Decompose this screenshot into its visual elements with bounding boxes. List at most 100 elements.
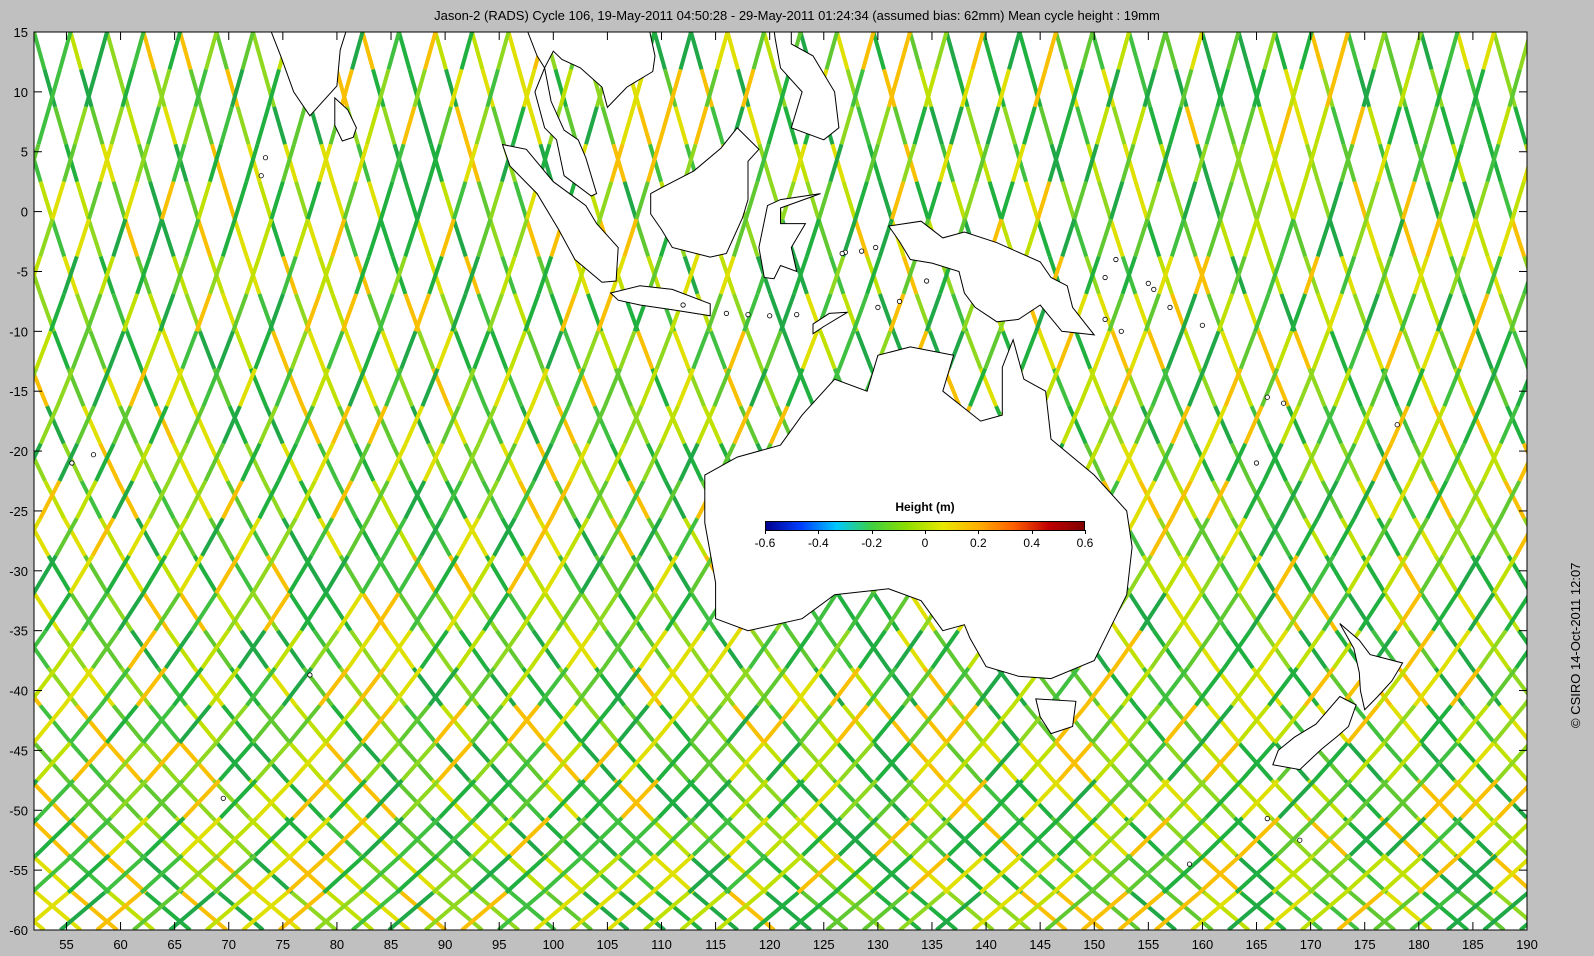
track-segment [0, 444, 9, 481]
island [69, 460, 75, 466]
legend-title: Height (m) [895, 500, 955, 514]
track-segment [1547, 294, 1561, 331]
track-segment [0, 780, 1, 818]
y-tick-label: -55 [9, 863, 28, 878]
y-tick-label: -30 [9, 564, 28, 579]
track-segment [1525, 780, 1527, 783]
track-segment [0, 144, 2, 181]
track-segment [0, 668, 4, 705]
island [1113, 256, 1119, 263]
track-segment [1571, 780, 1594, 818]
track-segment [0, 893, 8, 930]
y-tick-label: 10 [14, 85, 28, 100]
track-segment [1549, 219, 1561, 256]
legend-tick-mark [978, 530, 980, 534]
x-tick-label: 175 [1354, 937, 1376, 952]
legend-tick-mark [1031, 530, 1033, 534]
copyright-label: © CSIRO 14-Oct-2011 12:07 [1568, 562, 1583, 728]
y-tick-label: -45 [9, 743, 28, 758]
track-segment [1554, 369, 1569, 406]
x-tick-label: 60 [113, 937, 127, 952]
legend-tick-label: -0.2 [861, 536, 882, 550]
x-tick-label: 190 [1516, 937, 1538, 952]
track-segment [0, 444, 4, 481]
x-tick-label: 100 [542, 937, 564, 952]
island [1199, 322, 1206, 328]
x-tick-label: 160 [1192, 937, 1214, 952]
island [873, 244, 879, 251]
track-segment [1561, 257, 1574, 294]
y-tick-label: -20 [9, 444, 28, 459]
legend-tick-label: 0.2 [969, 536, 987, 550]
track-segment [1572, 107, 1583, 145]
island [1281, 400, 1287, 406]
height-legend: Height (m) -0.6 -0.4 -0.2 0 0.2 0.4 0.6 [755, 500, 1094, 560]
track-segment [16, 219, 28, 256]
track-segment [0, 144, 4, 181]
x-tick-label: 110 [651, 937, 672, 952]
track-segment [1535, 780, 1571, 818]
legend-tick-mark [765, 530, 766, 534]
track-segment [1526, 890, 1527, 892]
track-segment [0, 32, 8, 69]
track-segment [1542, 481, 1561, 518]
track-segment [1537, 406, 1554, 443]
island [26, 760, 30, 764]
track-segment [1530, 556, 1552, 594]
y-tick-label: -25 [9, 504, 28, 519]
y-tick-label: 0 [21, 205, 28, 220]
island [307, 672, 313, 678]
track-segment [0, 818, 2, 855]
track-segment [1537, 481, 1556, 518]
y-tick-label: 5 [21, 145, 28, 160]
legend-tick-label: -0.6 [754, 536, 776, 550]
track-segment [1565, 369, 1580, 406]
island [767, 313, 773, 319]
legend-tick-mark [871, 530, 873, 534]
island [1102, 274, 1108, 281]
x-tick-label: 130 [867, 937, 889, 952]
track-segment [1564, 780, 1594, 818]
island [1118, 328, 1124, 334]
x-tick-label: 145 [1029, 937, 1051, 952]
track-segment [0, 631, 9, 668]
x-tick-label: 165 [1246, 937, 1268, 952]
island [1186, 861, 1193, 867]
island [839, 250, 845, 257]
island [723, 310, 730, 316]
track-segment [0, 706, 28, 743]
track-segment [1569, 331, 1583, 369]
y-tick-label: -60 [9, 923, 28, 938]
island [1253, 460, 1260, 466]
track-segment [1560, 144, 1571, 181]
island [858, 248, 865, 254]
track-segment [1565, 855, 1594, 892]
x-tick-label: 135 [921, 937, 943, 952]
landmass-madagascar-north [0, 355, 18, 517]
track-segment [1546, 69, 1557, 106]
y-tick-label: -40 [9, 684, 28, 699]
track-segment [1526, 369, 1527, 371]
x-tick-label: 95 [492, 937, 506, 952]
island [1151, 286, 1157, 292]
track-segment [1573, 294, 1587, 331]
track-segment [1542, 593, 1566, 630]
x-tick-label: 185 [1462, 937, 1484, 952]
track-segment [0, 257, 4, 294]
island [794, 311, 800, 318]
legend-tick-label: 0.6 [1076, 536, 1094, 550]
track-segment [1574, 406, 1591, 443]
track-segment [1570, 743, 1594, 780]
track-segment [1535, 107, 1546, 145]
track-segment [0, 518, 4, 555]
track-segment [1524, 144, 1527, 155]
track-segment [1530, 706, 1561, 743]
island [1297, 837, 1303, 843]
x-tick-label: 125 [813, 937, 835, 952]
island [1145, 280, 1151, 286]
track-segment [1533, 331, 1547, 369]
track-segment [1526, 856, 1527, 857]
y-tick-label: -15 [9, 384, 28, 399]
island [262, 155, 269, 161]
track-segment [1522, 698, 1527, 707]
